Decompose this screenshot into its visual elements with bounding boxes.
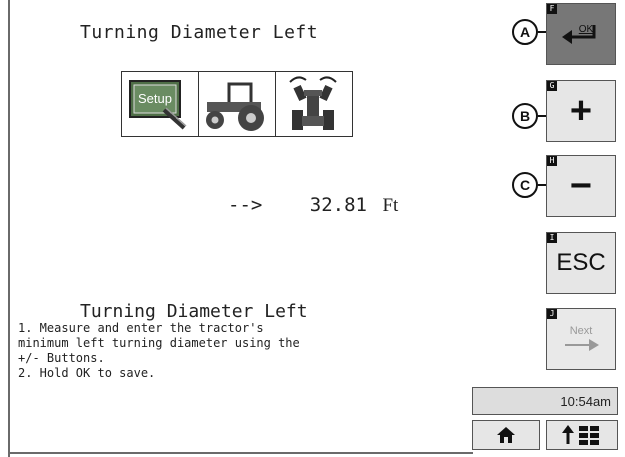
clock-display: 10:54am xyxy=(472,387,618,415)
enter-icon: OK xyxy=(562,24,596,44)
minus-button-tag: H xyxy=(547,156,557,166)
setup-icon-label: Setup xyxy=(138,91,172,106)
ok-button[interactable]: F OK xyxy=(546,3,616,65)
esc-button[interactable]: I ESC xyxy=(546,232,616,294)
main-screen: Turning Diameter Left Setup --> 32.81 Ft… xyxy=(0,0,625,457)
tractor-icon xyxy=(199,72,276,136)
instructions-title: Turning Diameter Left xyxy=(80,301,308,322)
callout-a: A xyxy=(512,19,538,45)
next-button[interactable]: J Next xyxy=(546,308,616,370)
screen-frame-bottom xyxy=(8,452,473,454)
home-icon xyxy=(497,427,515,443)
setup-icon: Setup xyxy=(122,72,199,136)
diameter-unit: Ft xyxy=(382,195,399,216)
plus-button[interactable]: G + xyxy=(546,80,616,142)
next-button-tag: J xyxy=(547,309,557,319)
home-button[interactable] xyxy=(472,420,540,450)
plus-button-label: + xyxy=(569,89,593,132)
screen-frame-left xyxy=(8,0,10,457)
page-title: Turning Diameter Left xyxy=(80,22,319,43)
callout-c-line xyxy=(538,184,546,186)
menu-button[interactable] xyxy=(546,420,618,450)
callout-b-line xyxy=(538,115,546,117)
next-button-label: Next xyxy=(569,325,593,337)
esc-button-tag: I xyxy=(547,233,557,243)
instructions-text: 1. Measure and enter the tractor's minim… xyxy=(18,321,300,380)
diameter-value: 32.81 xyxy=(309,194,367,216)
steering-tractor-icon xyxy=(276,72,352,136)
diameter-value-display: --> 32.81 Ft xyxy=(228,194,398,217)
ok-button-label: OK xyxy=(579,24,594,35)
callout-a-line xyxy=(538,31,546,33)
callout-b: B xyxy=(512,103,538,129)
minus-button-label: − xyxy=(569,164,593,207)
ok-button-tag: F xyxy=(547,4,557,14)
arrow-right-icon xyxy=(565,339,599,351)
minus-button[interactable]: H − xyxy=(546,155,616,217)
callout-c: C xyxy=(512,172,538,198)
plus-button-tag: G xyxy=(547,81,557,91)
context-icon-strip: Setup xyxy=(121,71,353,137)
menu-icon xyxy=(562,425,599,445)
esc-button-label: ESC xyxy=(556,249,606,276)
value-arrow: --> xyxy=(228,194,263,216)
